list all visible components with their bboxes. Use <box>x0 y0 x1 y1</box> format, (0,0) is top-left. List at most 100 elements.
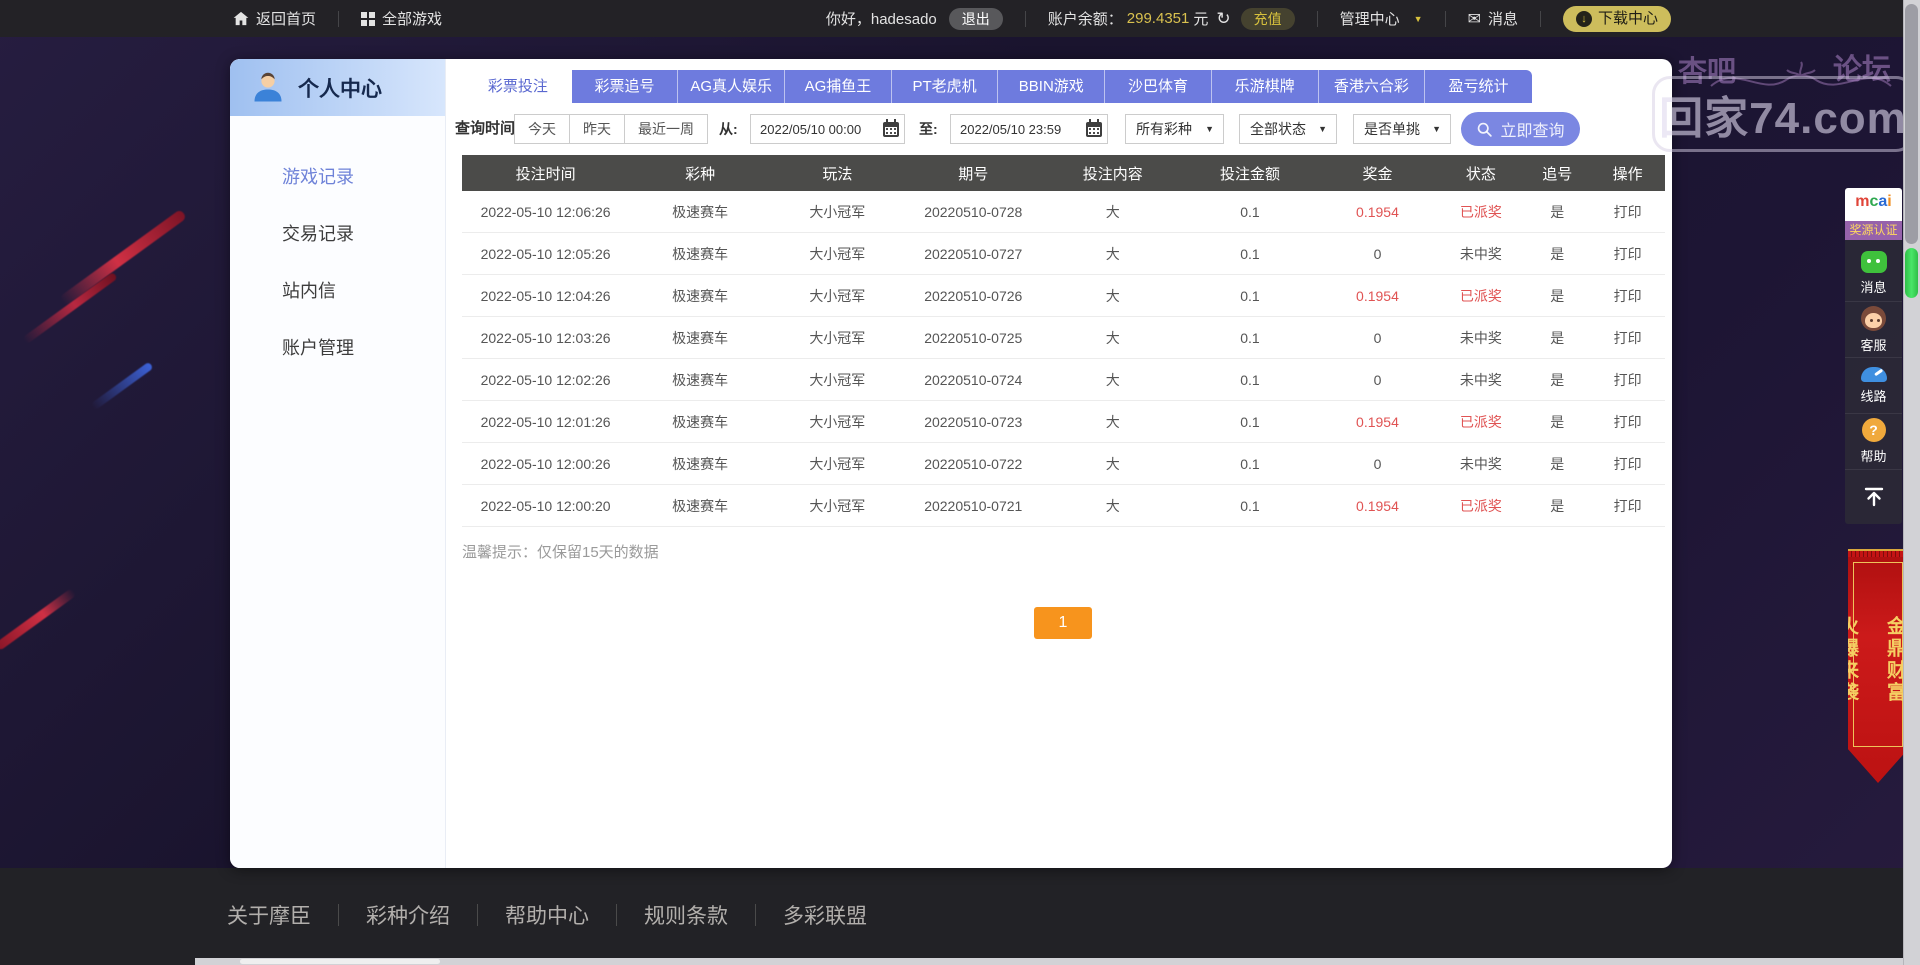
filter-select-1[interactable]: 所有彩种 ▼ <box>1125 114 1224 144</box>
bet-content: 大 <box>1043 454 1183 474</box>
cert-badge[interactable]: 奖源认证 <box>1845 221 1902 240</box>
bet-time: 2022-05-10 12:03:26 <box>462 330 629 346</box>
sidebar-item-1[interactable]: 游戏记录 <box>230 149 445 206</box>
sidebar-title: 个人中心 <box>298 73 382 103</box>
home-link[interactable]: 返回首页 <box>233 8 316 29</box>
tab-6[interactable]: BBIN游戏 <box>998 70 1105 103</box>
tab-1[interactable]: 彩票投注 <box>465 70 572 103</box>
calendar-icon[interactable] <box>883 122 899 137</box>
footer-link-4[interactable]: 规则条款 <box>644 900 728 930</box>
side-item-3[interactable]: 线路 <box>1845 358 1902 414</box>
column-header: 追号 <box>1524 163 1590 184</box>
lottery-type: 极速赛车 <box>629 496 771 516</box>
scrollbar-green-indicator <box>1905 248 1918 298</box>
table-row: 2022-05-10 12:03:26极速赛车大小冠军20220510-0725… <box>462 317 1665 359</box>
chevron-down-icon: ▼ <box>1414 14 1423 24</box>
filter-select-2[interactable]: 全部状态▼ <box>1239 114 1337 144</box>
tab-9[interactable]: 香港六合彩 <box>1319 70 1426 103</box>
to-label: 至: <box>919 112 938 146</box>
query-time-label: 查询时间 <box>455 112 515 146</box>
mcai-logo[interactable]: mcai <box>1845 188 1902 221</box>
date-from-field <box>750 114 905 144</box>
balance-unit: 元 <box>1193 8 1208 29</box>
print-link[interactable]: 打印 <box>1590 286 1665 306</box>
status-badge: 已派奖 <box>1438 202 1525 222</box>
column-header: 操作 <box>1590 163 1665 184</box>
horizontal-scrollbar-track[interactable] <box>195 958 1903 965</box>
side-item-4[interactable]: 帮助 <box>1845 414 1902 470</box>
search-button[interactable]: 立即查询 <box>1461 112 1580 146</box>
issue-number: 20220510-0724 <box>903 372 1043 388</box>
decor-streak <box>59 209 187 306</box>
sidebar-item-2[interactable]: 交易记录 <box>230 206 445 263</box>
footer-link-5[interactable]: 多彩联盟 <box>783 900 867 930</box>
print-link[interactable]: 打印 <box>1590 454 1665 474</box>
tab-3[interactable]: AG真人娱乐 <box>678 70 785 103</box>
print-link[interactable]: 打印 <box>1590 202 1665 222</box>
avatar <box>250 70 286 106</box>
logout-button[interactable]: 退出 <box>949 8 1003 30</box>
quick-range-button-3[interactable]: 最近一周 <box>624 114 708 144</box>
calendar-icon[interactable] <box>1086 122 1102 137</box>
tab-8[interactable]: 乐游棋牌 <box>1212 70 1319 103</box>
chase-flag: 是 <box>1524 202 1590 222</box>
tab-2[interactable]: 彩票追号 <box>572 70 679 103</box>
play-type: 大小冠军 <box>771 412 903 432</box>
lottery-type: 极速赛车 <box>629 412 771 432</box>
table-row: 2022-05-10 12:05:26极速赛车大小冠军20220510-0727… <box>462 233 1665 275</box>
lottery-type: 极速赛车 <box>629 328 771 348</box>
all-games-link[interactable]: 全部游戏 <box>361 8 442 29</box>
vertical-scrollbar-thumb[interactable] <box>1905 4 1918 244</box>
select-value: 是否单挑 <box>1364 115 1420 143</box>
table-row: 2022-05-10 12:01:26极速赛车大小冠军20220510-0723… <box>462 401 1665 443</box>
bet-time: 2022-05-10 12:04:26 <box>462 288 629 304</box>
tab-7[interactable]: 沙巴体育 <box>1105 70 1212 103</box>
footer-link-2[interactable]: 彩种介绍 <box>366 900 450 930</box>
filter-select-3[interactable]: 是否单挑▼ <box>1353 114 1451 144</box>
select-value: 所有彩种 <box>1136 115 1192 143</box>
issue-number: 20220510-0723 <box>903 414 1043 430</box>
sidebar-header: 个人中心 <box>230 59 445 116</box>
prize-value: 0 <box>1317 330 1437 346</box>
side-item-2[interactable]: 客服 <box>1845 302 1902 358</box>
column-header: 投注金额 <box>1183 163 1318 184</box>
prize-value: 0.1954 <box>1317 414 1437 430</box>
pagination-page-1[interactable]: 1 <box>1034 607 1092 639</box>
download-icon: ↓ <box>1576 11 1592 27</box>
promo-banner[interactable]: 金鼎财富 火爆来袭 <box>1848 549 1908 783</box>
admin-center-menu[interactable]: 管理中心 ▼ <box>1340 8 1423 29</box>
print-link[interactable]: 打印 <box>1590 370 1665 390</box>
prize-value: 0 <box>1317 456 1437 472</box>
date-from-input[interactable] <box>751 115 904 143</box>
horizontal-scrollbar-thumb[interactable] <box>240 959 440 964</box>
footer: 关于摩臣 彩种介绍 帮助中心 规则条款 多彩联盟 <box>0 868 1920 965</box>
column-header: 期号 <box>903 163 1043 184</box>
quick-range-button-2[interactable]: 昨天 <box>569 114 625 144</box>
chase-flag: 是 <box>1524 286 1590 306</box>
tab-bar: 彩票投注彩票追号AG真人娱乐AG捕鱼王PT老虎机BBIN游戏沙巴体育乐游棋牌香港… <box>465 70 1532 103</box>
sidebar-item-3[interactable]: 站内信 <box>230 263 445 320</box>
recharge-button[interactable]: 充值 <box>1241 8 1295 30</box>
date-to-input[interactable] <box>951 115 1107 143</box>
print-link[interactable]: 打印 <box>1590 328 1665 348</box>
quick-range-button-1[interactable]: 今天 <box>514 114 570 144</box>
tab-4[interactable]: AG捕鱼王 <box>785 70 892 103</box>
download-center-button[interactable]: ↓ 下载中心 <box>1563 6 1671 32</box>
footer-link-1[interactable]: 关于摩臣 <box>227 900 311 930</box>
tab-10[interactable]: 盈亏统计 <box>1425 70 1532 103</box>
side-item-1[interactable]: 消息 <box>1845 246 1902 302</box>
chevron-down-icon: ▼ <box>1205 115 1214 143</box>
print-link[interactable]: 打印 <box>1590 244 1665 264</box>
print-link[interactable]: 打印 <box>1590 412 1665 432</box>
tab-5[interactable]: PT老虎机 <box>892 70 999 103</box>
divider <box>1540 11 1541 27</box>
query-bar: 查询时间 今天昨天最近一周 从: 至: 所有彩种▼全部状态▼是否单挑▼ <box>446 112 1672 146</box>
messages-link[interactable]: ✉ 消息 <box>1468 8 1518 29</box>
refresh-icon[interactable]: ↻ <box>1216 9 1230 29</box>
print-link[interactable]: 打印 <box>1590 496 1665 516</box>
back-to-top-button[interactable] <box>1845 470 1902 524</box>
footer-link-3[interactable]: 帮助中心 <box>505 900 589 930</box>
balance-value: 299.4351 <box>1127 10 1190 27</box>
search-icon <box>1476 121 1493 138</box>
sidebar-item-4[interactable]: 账户管理 <box>230 320 445 377</box>
